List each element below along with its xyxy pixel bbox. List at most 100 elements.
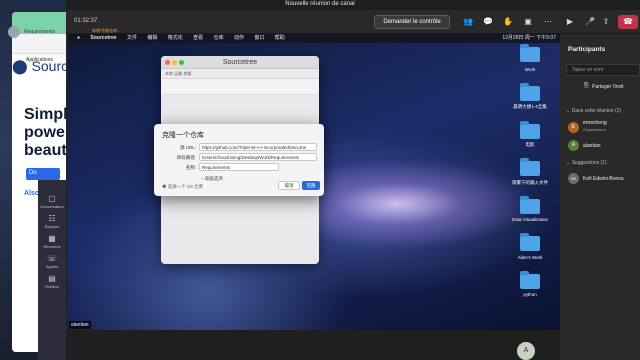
share-screen-icon[interactable]: ⇪ — [600, 15, 612, 29]
files-icon: ▤ — [48, 274, 56, 283]
rail-item-conversation[interactable]: ▢ Conversation — [38, 194, 66, 209]
desktop-icon-label: 电影 — [525, 142, 535, 147]
menu-item[interactable]: 动作 — [234, 35, 244, 41]
sourcetree-title: Sourcetree — [222, 59, 258, 66]
avatar: KE — [568, 173, 579, 184]
participant-name[interactable]: alantian — [583, 143, 601, 149]
menu-item[interactable]: 仓库 — [214, 35, 224, 41]
participant-search-input[interactable]: Tapez un nom — [566, 64, 640, 76]
advanced-options-toggle[interactable]: › 高级选项 — [202, 176, 223, 182]
video-strip — [66, 330, 640, 360]
presenter-name-tag: alantian — [69, 321, 91, 329]
dialog-title: 克隆一个仓库 — [162, 132, 204, 139]
desktop-icon-label: python — [523, 292, 537, 297]
menu-item[interactable]: 查看 — [193, 35, 203, 41]
rail-item-files[interactable]: ▤ Fichiers — [38, 274, 66, 289]
repo-hint: 新建/克隆仓库... — [92, 28, 121, 33]
chevron-right-icon: › — [202, 176, 204, 181]
rooms-icon[interactable]: ▣ — [522, 15, 534, 29]
meeting-timer: 01:32:37 — [74, 18, 98, 24]
teams-app-rail: ▢ Conversation ☷ Équipes ▦ Réunions ☏ Appels… — [38, 180, 66, 360]
cancel-button[interactable]: 取消 — [278, 181, 300, 190]
share-invite-link[interactable]: Partager l'invit — [592, 84, 624, 90]
folder-icon[interactable] — [520, 121, 540, 139]
chat-icon: ▢ — [48, 194, 56, 203]
request-control-button[interactable]: Demander le contrôle — [374, 15, 450, 29]
phone-icon: ☏ — [46, 254, 57, 263]
avatar[interactable]: A — [517, 342, 535, 360]
source-url-label: 源 URL: — [179, 145, 196, 150]
section-label: Dans cette réunion (2) — [571, 108, 622, 114]
minimize-icon[interactable] — [172, 60, 177, 65]
section-label: Suggestions (1) — [571, 160, 607, 166]
mac-clock: 12月28日 周一 下午5:07 — [502, 35, 556, 41]
folder-icon[interactable] — [520, 233, 540, 251]
pin-icon: ⬤ — [12, 58, 28, 74]
hang-up-icon: ☎ — [623, 17, 633, 26]
repo-name[interactable]: Requirements — [24, 29, 55, 35]
raise-hand-icon[interactable]: ✋ — [502, 15, 514, 29]
rail-label: Réunions — [43, 244, 61, 249]
rail-label: Équipes — [44, 224, 60, 229]
desktop-icon-label: Work — [524, 67, 536, 72]
in-meeting-section[interactable]: ⌄ Dans cette réunion (2) — [566, 108, 621, 114]
git-icon: ◆ — [162, 184, 167, 189]
leave-call-button[interactable]: ☎ — [618, 15, 638, 29]
folder-icon[interactable] — [520, 83, 540, 101]
microphone-icon[interactable]: 🎤 — [584, 15, 596, 29]
source-url-field[interactable]: https://github.com/Triple-M-A-I-incorpor… — [199, 143, 317, 151]
menu-item[interactable]: 文件 — [127, 35, 137, 41]
menu-item[interactable]: 格式化 — [168, 35, 183, 41]
rail-label: Conversation — [40, 204, 64, 209]
folder-icon[interactable] — [520, 271, 540, 289]
chevron-down-icon: ⌄ — [566, 108, 571, 114]
camera-icon[interactable]: ▶ — [564, 15, 576, 29]
share-icon[interactable]: ⎘ — [584, 83, 589, 90]
rail-label: Fichiers — [44, 284, 59, 289]
folder-icon[interactable] — [520, 196, 540, 214]
participants-icon[interactable]: 👥 — [462, 15, 474, 29]
target-path-label: 目标路径: — [176, 155, 196, 160]
folder-icon[interactable] — [520, 44, 540, 62]
choose-local-repo[interactable]: ◆ 选择一个 Git 仓库 — [162, 184, 203, 190]
rail-label: Appels — [45, 264, 59, 269]
close-icon[interactable] — [165, 60, 170, 65]
apple-icon[interactable]: ● — [77, 35, 80, 41]
meeting-title: Nouvelle réunion de canal — [285, 1, 355, 7]
name-label: 名称: — [185, 165, 196, 170]
rail-item-calls[interactable]: ☏ Appels — [38, 254, 66, 269]
participant-name[interactable]: ernecheng — [583, 120, 607, 126]
clone-button[interactable]: 克隆 — [302, 181, 320, 190]
name-field[interactable]: Requirements — [199, 163, 279, 171]
headline-line-2: power — [24, 124, 72, 141]
desktop-icon-label: 晨明大捷1-4全集 — [513, 104, 547, 109]
target-path-field[interactable]: /Users/zhoushining/Desktop/Work/Requirem… — [199, 153, 317, 161]
repository-row[interactable] — [161, 79, 319, 95]
participant-role: Organisateur — [583, 127, 607, 132]
folder-icon[interactable] — [520, 158, 540, 176]
rail-item-teams[interactable]: ☷ Équipes — [38, 214, 66, 229]
panel-title: Participants — [568, 46, 606, 53]
suggestions-section[interactable]: ⌄ Suggestions (1) — [566, 160, 607, 166]
advanced-options-label: 高级选项 — [204, 176, 223, 181]
sourcetree-tabs[interactable]: 本地 远端 克隆 — [161, 69, 319, 79]
menu-item[interactable]: Sourcetree — [90, 35, 116, 41]
menu-item[interactable]: 帮助 — [275, 35, 285, 41]
more-options-icon[interactable]: ⋯ — [542, 15, 554, 29]
mac-menu-bar: ● Sourcetree 文件 编辑 格式化 查看 仓库 动作 窗口 帮助 12… — [68, 34, 560, 43]
zoom-icon[interactable] — [179, 60, 184, 65]
sourcetree-title-bar: Sourcetree — [161, 56, 319, 69]
choose-local-repo-label: 选择一个 Git 仓库 — [167, 184, 204, 189]
browser-address-bar[interactable] — [12, 34, 72, 54]
chat-icon[interactable]: 💬 — [482, 15, 494, 29]
avatar: E — [568, 122, 579, 133]
chevron-down-icon: ⌄ — [566, 160, 571, 166]
participants-panel — [560, 34, 640, 360]
rail-item-meetings[interactable]: ▦ Réunions — [38, 234, 66, 249]
download-button[interactable]: Do — [26, 168, 60, 180]
desktop-icon-label: Data Visualization — [512, 217, 548, 222]
also-available-link[interactable]: Also — [24, 190, 39, 197]
menu-item[interactable]: 编辑 — [147, 35, 157, 41]
suggested-participant-name[interactable]: Kofi Edwini-Bonsu — [583, 176, 624, 182]
menu-item[interactable]: 窗口 — [254, 35, 264, 41]
